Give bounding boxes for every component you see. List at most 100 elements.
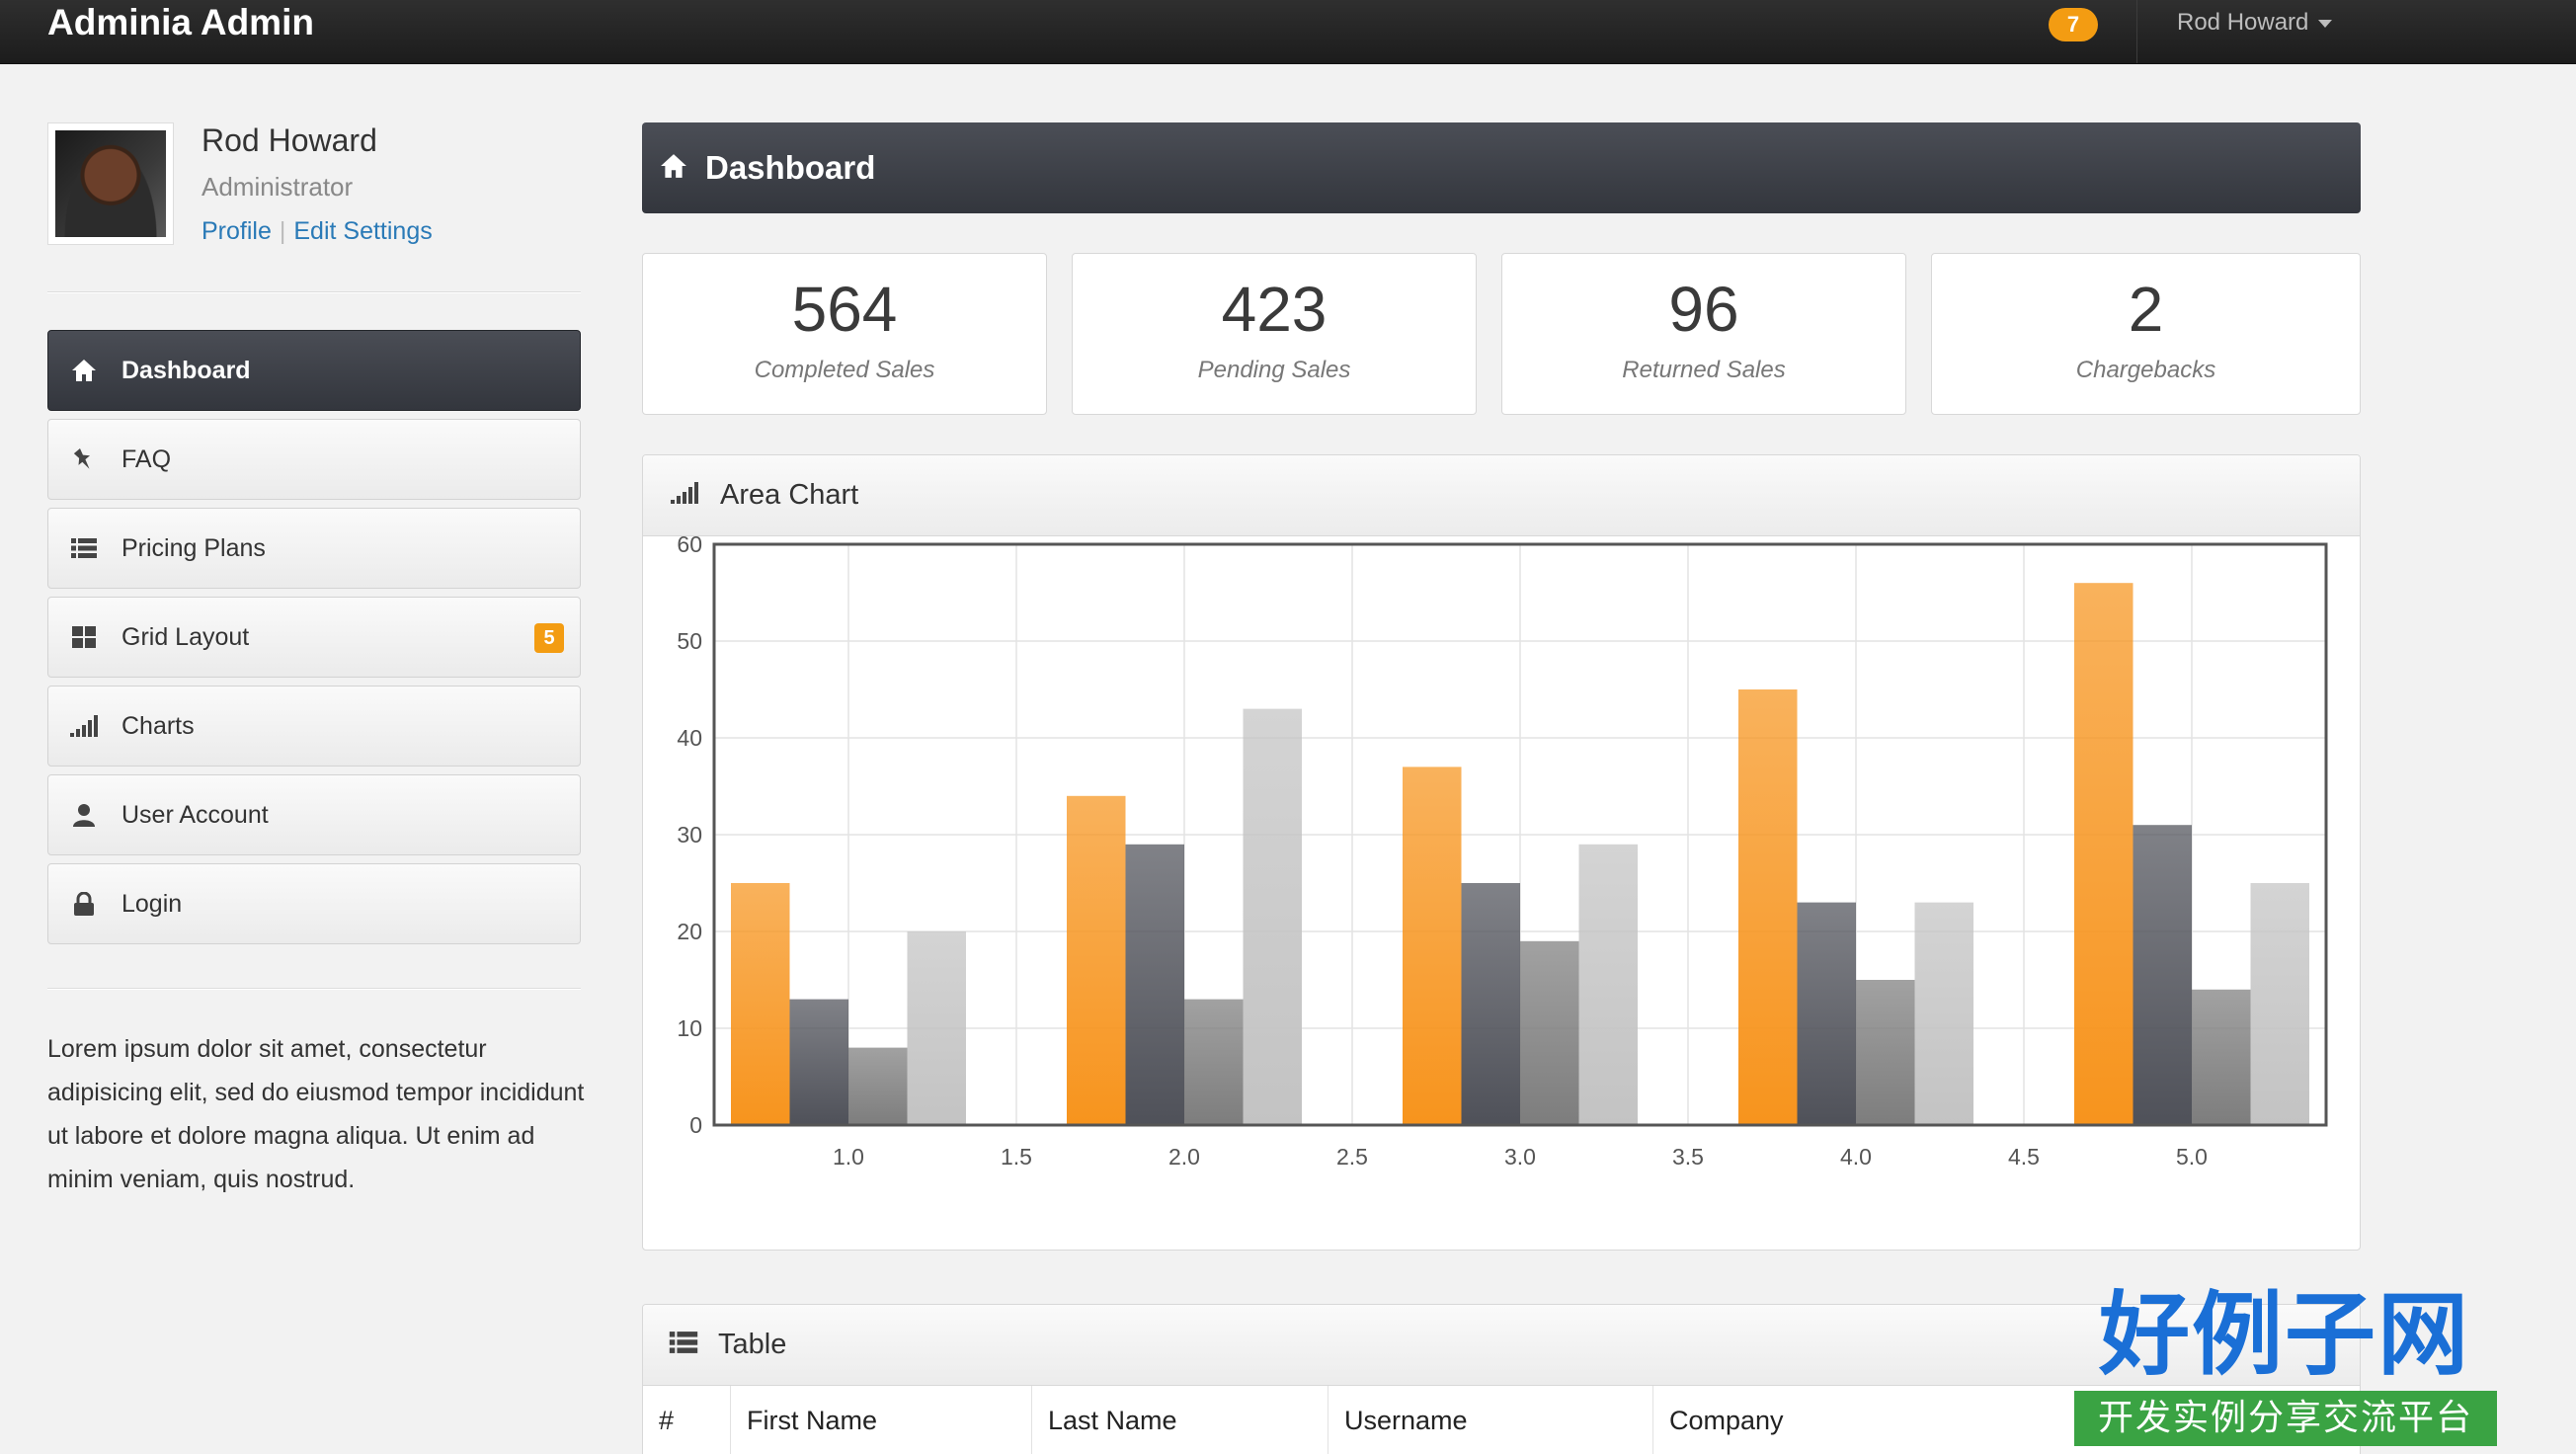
bar [1067, 795, 1126, 1125]
bar [731, 883, 790, 1125]
column-header-number[interactable]: # [643, 1386, 731, 1454]
x-tick-label: 1.0 [833, 1144, 864, 1170]
stat-card-pending-sales: 423 Pending Sales [1072, 253, 1477, 415]
watermark-subtitle: 开发实例分享交流平台 [2074, 1391, 2497, 1446]
watermark-logo: 好例子网 开发实例分享交流平台 [2072, 1280, 2497, 1454]
sidebar-item-label: User Account [121, 800, 269, 829]
user-menu-dropdown[interactable]: Rod Howard [2177, 0, 2333, 45]
page-title: Dashboard [705, 149, 876, 186]
x-tick-label: 4.5 [2008, 1144, 2040, 1170]
sidebar-nav: Dashboard FAQ Pricing Plans Grid Layout … [47, 330, 581, 952]
sidebar-item-label: FAQ [121, 444, 172, 473]
sidebar-item-dashboard[interactable]: Dashboard [47, 330, 581, 411]
column-header-username[interactable]: Username [1328, 1386, 1653, 1454]
user-menu-name: Rod Howard [2177, 9, 2309, 36]
navbar-divider [2136, 0, 2137, 63]
edit-settings-link[interactable]: Edit Settings [293, 217, 432, 245]
y-tick-label: 20 [677, 919, 702, 944]
bar [1184, 999, 1244, 1125]
stat-card-returned-sales: 96 Returned Sales [1501, 253, 1906, 415]
home-icon [70, 357, 98, 384]
profile-links: Profile | Edit Settings [201, 217, 433, 246]
bar [1856, 980, 1915, 1125]
grid-icon [70, 623, 98, 651]
stat-value: 2 [2128, 274, 2164, 345]
bar [1797, 902, 1856, 1125]
table-icon [669, 1331, 698, 1359]
bar [1243, 708, 1302, 1125]
home-icon [660, 153, 687, 184]
sidebar-item-grid-layout[interactable]: Grid Layout 5 [47, 597, 581, 678]
page-header: Dashboard [642, 122, 2361, 213]
profile-link[interactable]: Profile [201, 217, 272, 245]
sidebar-item-charts[interactable]: Charts [47, 686, 581, 767]
stat-label: Chargebacks [2075, 357, 2216, 383]
avatar-photo [55, 130, 166, 237]
panel-header: Area Chart [643, 455, 2360, 536]
bar [1738, 689, 1798, 1125]
sidebar-item-login[interactable]: Login [47, 863, 581, 944]
stat-value: 423 [1221, 274, 1328, 345]
bar [1520, 940, 1579, 1125]
top-navbar: Adminia Admin 7 Rod Howard [0, 0, 2576, 64]
profile-name: Rod Howard [201, 122, 377, 158]
bar [1403, 767, 1462, 1125]
brand-title[interactable]: Adminia Admin [47, 0, 314, 45]
stat-card-chargebacks: 2 Chargebacks [1931, 253, 2361, 415]
user-icon [70, 801, 98, 829]
sidebar-item-faq[interactable]: FAQ [47, 419, 581, 500]
caret-down-icon [2318, 19, 2333, 28]
list-icon [70, 534, 98, 562]
bar [2192, 989, 2251, 1125]
bar [1125, 844, 1184, 1125]
lock-icon [70, 890, 98, 918]
area-chart-panel: Area Chart 0 10 20 30 40 50 60 1.0 1.5 2.0 2.5 3.0 3… [642, 454, 2361, 1251]
pushpin-icon [70, 445, 98, 473]
y-tick-label: 50 [677, 628, 702, 654]
sidebar-item-label: Pricing Plans [121, 533, 266, 562]
x-tick-label: 3.0 [1504, 1144, 1536, 1170]
sidebar-item-label: Dashboard [121, 356, 251, 384]
signal-bars-icon [669, 482, 700, 509]
bar [1578, 844, 1638, 1125]
avatar [47, 122, 174, 245]
y-tick-label: 60 [677, 536, 702, 557]
watermark-title: 好例子网 [2098, 1282, 2470, 1388]
grid-layout-badge: 5 [534, 623, 564, 653]
stat-label: Completed Sales [754, 357, 935, 383]
y-tick-label: 0 [689, 1112, 702, 1138]
sidebar-description: Lorem ipsum dolor sit amet, consectetur … [47, 1035, 585, 1193]
bar [848, 1047, 908, 1125]
x-tick-label: 5.0 [2176, 1144, 2208, 1170]
stat-label: Returned Sales [1622, 357, 1786, 383]
x-tick-label: 1.5 [1001, 1144, 1032, 1170]
y-tick-label: 10 [677, 1015, 702, 1041]
sidebar-item-label: Login [121, 889, 183, 918]
sidebar-item-pricing-plans[interactable]: Pricing Plans [47, 508, 581, 589]
x-tick-label: 2.0 [1168, 1144, 1200, 1170]
column-header-last-name[interactable]: Last Name [1031, 1386, 1328, 1454]
bar [1914, 902, 1973, 1125]
y-tick-label: 30 [677, 822, 702, 848]
panel-title: Area Chart [720, 479, 859, 511]
stat-value: 96 [1668, 274, 1739, 345]
bar-chart: 0 10 20 30 40 50 60 1.0 1.5 2.0 2.5 3.0 3.5 4.0 4.5 5.0 [677, 536, 2328, 1170]
x-tick-label: 4.0 [1840, 1144, 1872, 1170]
column-header-first-name[interactable]: First Name [730, 1386, 1032, 1454]
sidebar-divider-bottom [47, 988, 581, 989]
notification-badge[interactable]: 7 [2049, 8, 2098, 41]
profile-role: Administrator [201, 172, 354, 202]
profile-card: Rod Howard Administrator Profile | Edit Se… [47, 122, 581, 253]
stat-value: 564 [791, 274, 898, 345]
x-tick-label: 2.5 [1336, 1144, 1368, 1170]
sidebar-item-label: Grid Layout [121, 622, 250, 651]
signal-bars-icon [70, 712, 98, 740]
bar [2133, 825, 2192, 1125]
bar [2250, 883, 2309, 1125]
bar [789, 999, 848, 1125]
bar [2074, 583, 2133, 1125]
sidebar-item-user-account[interactable]: User Account [47, 774, 581, 855]
x-tick-label: 3.5 [1672, 1144, 1704, 1170]
stat-label: Pending Sales [1197, 357, 1351, 383]
y-tick-label: 40 [677, 725, 702, 751]
